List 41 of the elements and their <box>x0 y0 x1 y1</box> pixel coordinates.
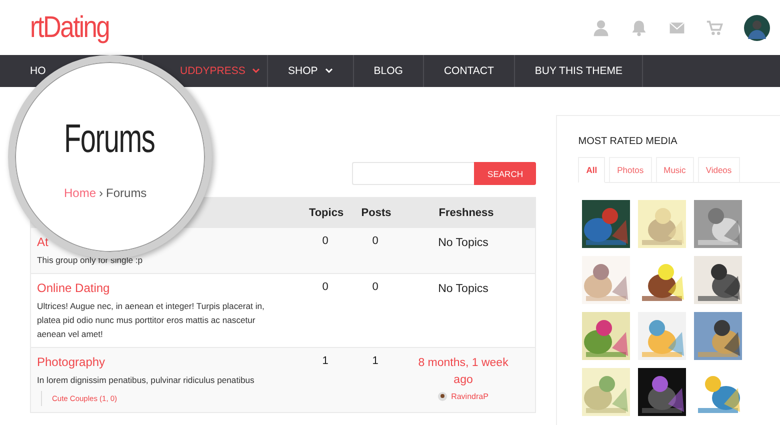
tab[interactable]: Music <box>656 157 694 183</box>
search-field[interactable] <box>352 162 474 185</box>
posts-count: 0 <box>371 281 380 293</box>
breadcrumb-current: Forums <box>106 186 147 200</box>
posts-count: 1 <box>371 355 380 367</box>
forum-description: Ultrices! Augue nec, in aenean et integer! Turpis placerat in, platea pid odio nunc mus porttitor eros mattis ac nascetur aenean vel amet! <box>37 300 266 341</box>
freshness: No Topics <box>438 282 488 297</box>
breadcrumb-link[interactable]: Home <box>64 186 96 200</box>
nav-item[interactable]: BLOG <box>374 65 403 77</box>
user-icon[interactable] <box>592 18 610 36</box>
nav-item[interactable]: UDDYPRESS <box>180 65 260 77</box>
forum-description: In lorem dignissim penatibus, pulvinar ridiculus penatibus <box>37 374 254 387</box>
nav-item[interactable]: CONTACT <box>444 65 494 77</box>
tab[interactable]: Videos <box>698 157 740 183</box>
forum-title[interactable]: At <box>37 235 48 249</box>
nav-item[interactable]: HO <box>30 65 46 77</box>
forum-title[interactable]: Photography <box>37 355 106 369</box>
author-link[interactable]: RavindraP <box>451 392 488 401</box>
avatar <box>438 392 448 401</box>
cart-icon[interactable] <box>706 18 724 36</box>
topics-count: 0 <box>321 281 330 293</box>
nav-item[interactable]: BUY THIS THEME <box>534 65 622 77</box>
forum-title[interactable]: Online Dating <box>37 281 110 295</box>
search-button[interactable]: SEARCH <box>474 162 536 185</box>
topics-count: 0 <box>321 235 330 247</box>
avatar[interactable] <box>744 14 770 40</box>
column-header: Freshness <box>438 206 495 218</box>
widget-title: MOST RATED MEDIA <box>578 136 678 147</box>
tab[interactable]: Photos <box>609 157 652 183</box>
tab[interactable]: All <box>578 157 606 183</box>
breadcrumb-separator: › <box>99 186 104 200</box>
freshness: No Topics <box>438 236 488 251</box>
column-header: Posts <box>360 206 392 218</box>
posts-count: 0 <box>371 235 380 247</box>
freshness[interactable]: 8 months, 1 week ago <box>415 355 512 389</box>
bell-icon[interactable] <box>630 18 648 36</box>
logo[interactable]: rtDating <box>30 10 110 44</box>
column-header: Topics <box>308 206 345 218</box>
page-title: Forums <box>64 117 155 162</box>
nav-item[interactable]: SHOP <box>288 65 333 77</box>
topics-count: 1 <box>321 355 330 367</box>
